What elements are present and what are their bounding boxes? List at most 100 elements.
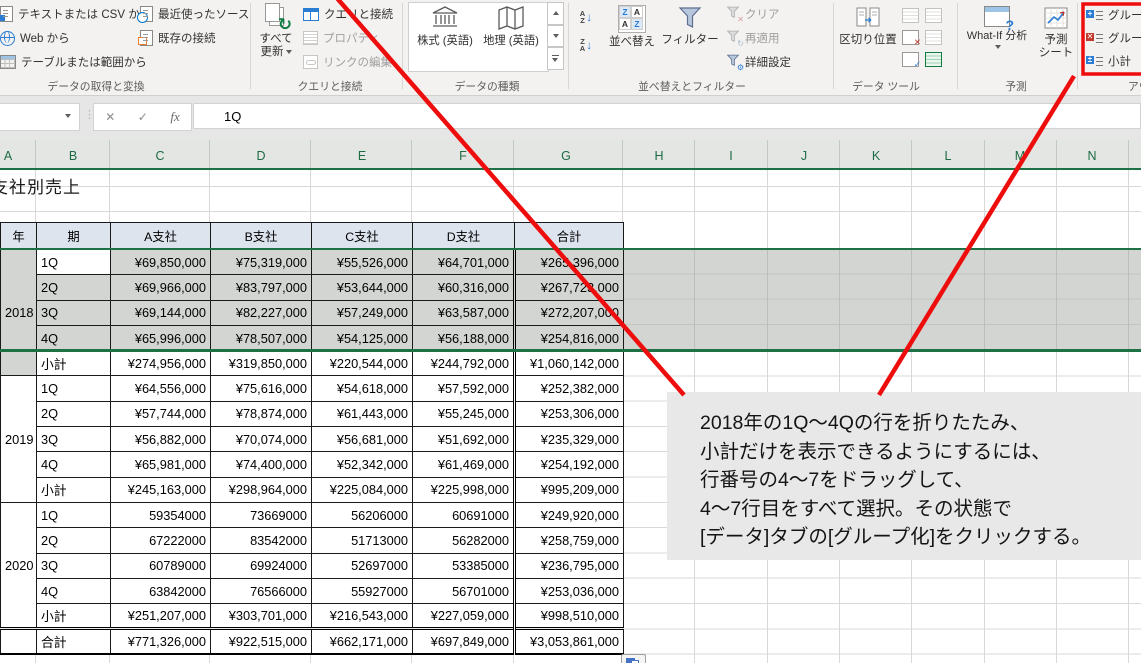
table-cell[interactable]: ¥244,792,000 [413,351,515,376]
table-cell[interactable]: 4Q [37,578,111,603]
edit-links-button[interactable]: リンクの編集 [303,51,392,73]
table-cell[interactable]: ¥56,882,000 [111,427,211,452]
table-cell[interactable]: 2Q [37,275,111,300]
table-cell[interactable]: 56701000 [413,578,515,603]
table-cell[interactable]: ¥83,797,000 [211,275,312,300]
table-cell[interactable]: 69924000 [211,553,312,578]
table-cell[interactable]: ¥1,060,142,000 [515,351,624,376]
table-cell[interactable]: ¥771,326,000 [111,629,211,654]
table-cell[interactable]: ¥225,084,000 [312,477,413,502]
forecast-sheet-button[interactable]: 予測シート [1036,2,1076,74]
from-table-range-button[interactable]: テーブルまたは範囲から [0,51,147,73]
table-cell[interactable]: ¥922,515,000 [211,629,312,654]
table-cell[interactable]: ¥69,850,000 [111,250,211,275]
table-cell[interactable]: ¥60,316,000 [413,275,515,300]
table-cell[interactable]: 2Q [37,401,111,426]
table-cell[interactable]: ¥63,587,000 [413,300,515,325]
table-cell[interactable]: 51713000 [312,528,413,553]
table-cell[interactable]: ¥75,616,000 [211,376,312,401]
col-header-J[interactable]: J [801,149,807,163]
table-cell[interactable]: ¥303,701,000 [211,604,312,629]
col-header-C[interactable]: C [155,149,164,163]
table-cell[interactable]: ¥253,036,000 [515,578,624,603]
table-cell[interactable]: 小計 [37,477,111,502]
table-cell[interactable]: ¥227,059,000 [413,604,515,629]
table-cell[interactable]: ¥697,849,000 [413,629,515,654]
table-cell[interactable]: ¥78,507,000 [211,325,312,350]
table-cell[interactable]: 52697000 [312,553,413,578]
table-cell[interactable]: 53385000 [413,553,515,578]
ungroup-rows-button[interactable]: グループ解除 [1086,27,1141,49]
geography-data-type-button[interactable]: 地理 (英語) [479,4,543,68]
table-cell[interactable]: 56282000 [413,528,515,553]
table-cell[interactable]: ¥74,400,000 [211,452,312,477]
table-cell[interactable]: 56206000 [312,502,413,527]
year-cell[interactable]: 2019 [1,376,37,502]
table-cell[interactable]: ¥265,396,000 [515,250,624,275]
table-cell[interactable]: ¥254,192,000 [515,452,624,477]
table-cell[interactable]: 60789000 [111,553,211,578]
from-web-button[interactable]: Web から [0,27,70,49]
subtotal-button[interactable]: 小計 [1086,50,1141,72]
paste-options-button[interactable] [621,654,646,663]
table-cell[interactable]: 59354000 [111,502,211,527]
table-cell[interactable]: ¥319,850,000 [211,351,312,376]
table-cell[interactable]: 3Q [37,300,111,325]
col-header-H[interactable]: H [654,149,663,163]
stocks-data-type-button[interactable]: 株式 (英語) [413,4,477,68]
table-cell[interactable]: ¥253,306,000 [515,401,624,426]
table-cell[interactable]: 73669000 [211,502,312,527]
col-header-D[interactable]: D [256,149,265,163]
table-cell[interactable]: 55927000 [312,578,413,603]
recent-sources-button[interactable]: 最近使ったソース [140,3,249,25]
col-header-G[interactable]: G [561,149,571,163]
table-cell[interactable]: 4Q [37,325,111,350]
table-cell[interactable]: ¥54,125,000 [312,325,413,350]
relationships-icon[interactable] [925,8,942,23]
table-cell[interactable]: ¥216,543,000 [312,604,413,629]
clear-filter-button[interactable]: ✕ クリア [726,3,780,25]
refresh-all-button[interactable]: すべて 更新 [252,2,300,74]
existing-connections-button[interactable]: 既存の接続 [140,27,216,49]
gallery-scroll-down-button[interactable] [547,25,564,48]
table-cell[interactable]: ¥75,319,000 [211,250,312,275]
table-cell[interactable]: 3Q [37,553,111,578]
cancel-icon[interactable]: ✕ [105,110,115,124]
sort-ascending-button[interactable]: AZ↓ [574,6,598,28]
table-cell[interactable]: ¥272,207,000 [515,300,624,325]
table-cell[interactable]: ¥70,074,000 [211,427,312,452]
table-header-cell[interactable]: 年 [1,223,37,250]
table-cell[interactable]: ¥65,981,000 [111,452,211,477]
col-header-K[interactable]: K [872,149,880,163]
table-header-cell[interactable]: 合計 [515,223,624,250]
table-cell[interactable]: ¥56,188,000 [413,325,515,350]
table-cell[interactable]: ¥52,342,000 [312,452,413,477]
table-cell[interactable]: ¥61,469,000 [413,452,515,477]
table-cell[interactable]: ¥251,207,000 [111,604,211,629]
col-header-N[interactable]: N [1087,149,1096,163]
table-header-cell[interactable]: C支社 [312,223,413,250]
insert-function-icon[interactable]: fx [170,109,179,125]
table-cell[interactable]: ¥258,759,000 [515,528,624,553]
table-cell[interactable]: 2Q [37,528,111,553]
formula-input[interactable]: 1Q [193,103,1141,129]
col-header-A[interactable]: A [4,149,12,163]
table-cell[interactable]: ¥57,592,000 [413,376,515,401]
table-cell[interactable]: ¥56,681,000 [312,427,413,452]
table-cell[interactable]: ¥662,171,000 [312,629,413,654]
sort-button[interactable]: ZAAZ 並べ替え [604,2,660,74]
table-cell[interactable]: ¥54,618,000 [312,376,413,401]
flash-fill-icon[interactable] [902,8,919,23]
col-header-B[interactable]: B [69,149,77,163]
table-cell[interactable]: ¥69,144,000 [111,300,211,325]
table-cell[interactable]: ¥254,816,000 [515,325,624,350]
table-header-cell[interactable]: A支社 [111,223,211,250]
table-cell[interactable]: 60691000 [413,502,515,527]
table-header-cell[interactable]: B支社 [211,223,312,250]
table-cell[interactable]: ¥64,556,000 [111,376,211,401]
name-box[interactable] [0,103,80,131]
table-cell[interactable]: ¥225,998,000 [413,477,515,502]
table-cell[interactable]: 1Q [37,376,111,401]
table-header-cell[interactable]: D支社 [413,223,515,250]
year-cell[interactable]: 2020 [1,502,37,628]
